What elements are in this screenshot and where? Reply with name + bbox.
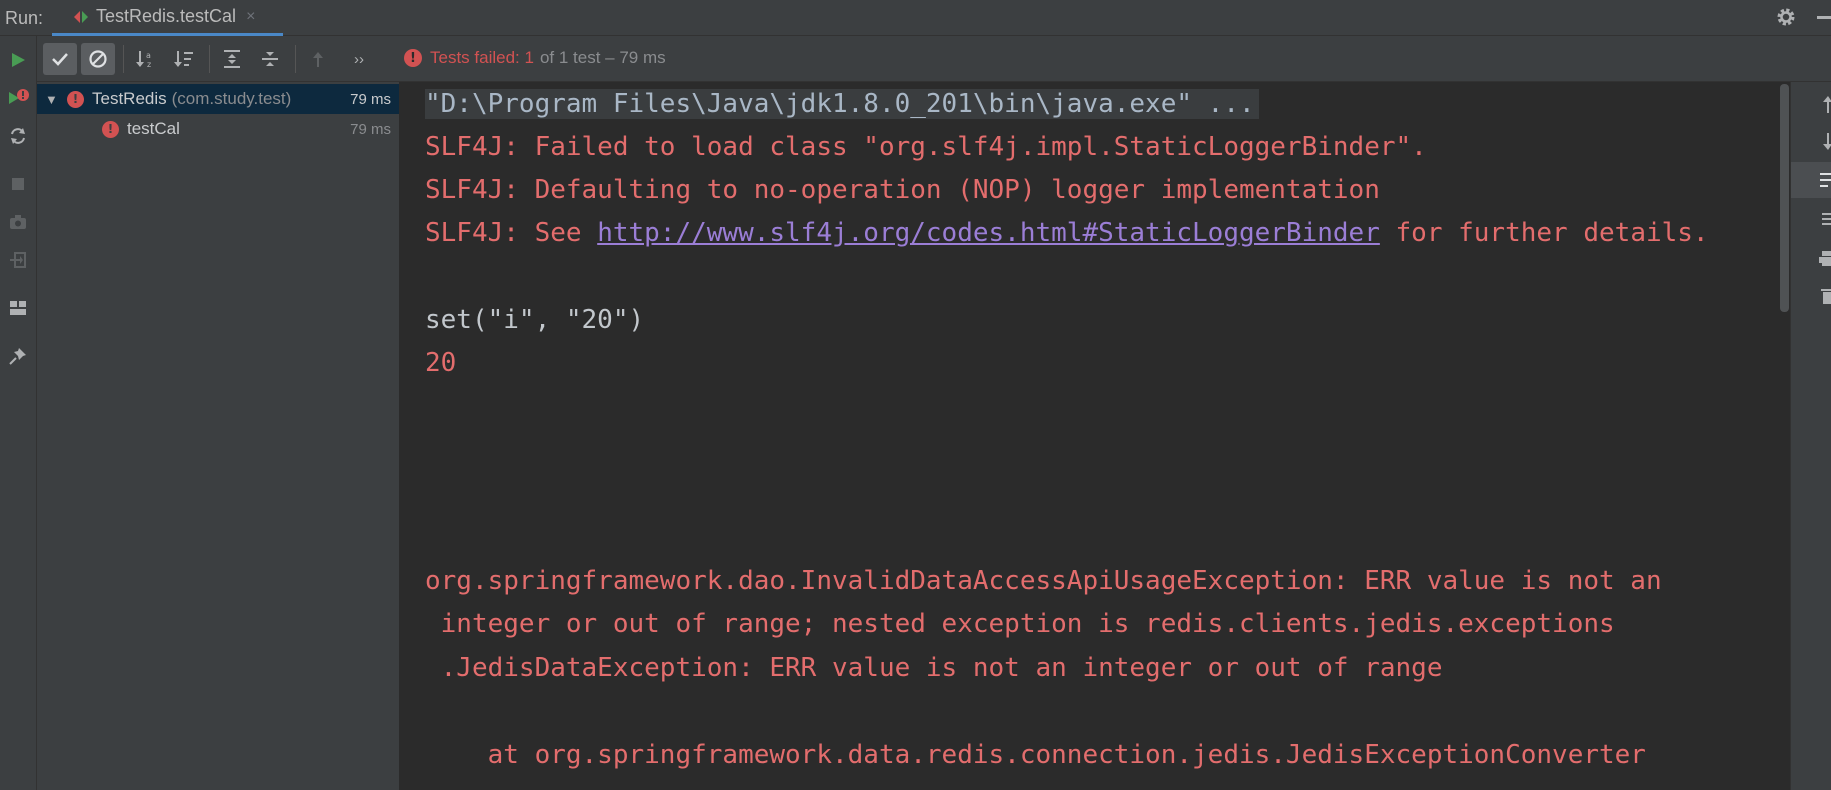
collapse-all-icon (262, 52, 278, 66)
camera-icon (10, 215, 26, 229)
status-failed-text: Tests failed: 1 (430, 48, 534, 67)
toolbar-separator (295, 45, 296, 73)
console-text: for further details. (1379, 218, 1709, 248)
dump-threads-button[interactable] (4, 208, 32, 236)
error-icon: ! (404, 49, 422, 67)
stop-button[interactable] (4, 170, 32, 198)
soft-wrap-icon (1820, 173, 1831, 187)
console-text: SLF4J: See (425, 218, 598, 248)
console-line: SLF4J: Defaulting to no-operation (NOP) … (425, 175, 1380, 205)
test-status: ! Tests failed: 1 of 1 test – 79 ms (404, 48, 666, 68)
stop-icon (12, 178, 24, 190)
layout-icon (10, 301, 26, 315)
tree-item-time: 79 ms (350, 120, 391, 138)
run-tab-title: TestRedis.testCal (96, 6, 237, 26)
run-tool-window-header: Run: TestRedis.testCal × (0, 0, 1831, 36)
sort-by-duration-button[interactable] (167, 43, 201, 75)
print-icon (1819, 251, 1831, 266)
tree-item-name: testCal (127, 119, 180, 138)
run-label: Run: (5, 8, 44, 28)
console-line: "D:\Program Files\Java\jdk1.8.0_201\bin\… (425, 87, 1259, 121)
previous-failed-button[interactable] (301, 43, 335, 75)
left-toolbar (0, 36, 37, 790)
tree-row-testredis[interactable]: ▼ ! TestRedis (com.study.test) 79 ms (37, 84, 399, 114)
close-tab-icon[interactable]: × (246, 8, 255, 26)
scrollbar-thumb[interactable] (1780, 84, 1789, 312)
config-icon (74, 10, 88, 23)
scroll-to-end-button[interactable] (1791, 202, 1831, 238)
console-toolbar (1790, 82, 1831, 790)
print-button[interactable] (1791, 240, 1831, 276)
exit-button[interactable] (4, 246, 32, 274)
toggle-auto-test-icon (11, 128, 25, 144)
console-line: SLF4J: See http://www.slf4j.org/codes.ht… (425, 216, 1709, 250)
sort-duration-icon (174, 51, 193, 67)
toggle-auto-test-button[interactable] (4, 122, 32, 150)
run-icon (12, 53, 25, 67)
exit-icon (10, 252, 26, 268)
console-line: 20 (425, 348, 457, 378)
header-tools (1775, 6, 1831, 28)
tree-item-time: 79 ms (350, 90, 391, 108)
slf4j-link[interactable]: http://www.slf4j.org/codes.html#StaticLo… (597, 218, 1380, 248)
tree-item-package: (com.study.test) (171, 89, 292, 108)
test-failed-icon: ! (102, 120, 119, 138)
scroll-to-end-icon (1822, 213, 1831, 225)
run-tab-testredis-testcal[interactable]: TestRedis.testCal × (52, 0, 283, 36)
rerun-failed-button[interactable] (4, 84, 32, 112)
test-tree: ▼ ! TestRedis (com.study.test) 79 ms ! t… (37, 82, 400, 790)
gear-icon[interactable] (1775, 6, 1797, 28)
up-stack-button[interactable] (1791, 86, 1831, 122)
status-summary-text: of 1 test – 79 ms (539, 48, 666, 67)
previous-failed-icon (313, 52, 323, 67)
hide-icon[interactable] (1817, 15, 1831, 19)
console-line: org.springframework.dao.InvalidDataAcces… (425, 566, 1662, 596)
soft-wrap-button[interactable] (1791, 162, 1831, 198)
expand-all-icon (224, 50, 240, 68)
console-output[interactable]: "D:\Program Files\Java\jdk1.8.0_201\bin\… (400, 82, 1790, 790)
down-stack-button[interactable] (1791, 124, 1831, 160)
tree-row-testcal[interactable]: ! testCal 79 ms (37, 114, 399, 144)
console-scrollbar[interactable] (1778, 82, 1790, 790)
toolbar-separator (209, 45, 210, 73)
show-passed-button[interactable] (43, 43, 77, 75)
collapse-all-button[interactable] (253, 43, 287, 75)
rerun-failed-icon (9, 89, 29, 104)
svg-text:a: a (146, 51, 151, 60)
svg-text:z: z (147, 60, 151, 69)
console-line: integer or out of range; nested exceptio… (425, 609, 1615, 639)
console-line: at org.springframework.data.redis.connec… (425, 740, 1646, 770)
sort-alphabetically-button[interactable]: a z (129, 43, 163, 75)
console-line: set("i", "20") (425, 305, 645, 335)
clear-all-button[interactable] (1791, 278, 1831, 314)
up-arrow-icon (1823, 96, 1831, 113)
show-passed-icon (52, 53, 68, 66)
expand-arrow-icon[interactable]: ▼ (45, 92, 59, 107)
restore-layout-button[interactable] (4, 294, 32, 322)
command-line: "D:\Program Files\Java\jdk1.8.0_201\bin\… (425, 89, 1259, 119)
test-toolbar: a z ›› ! Tests failed: 1 of 1 test – 79 … (37, 36, 1831, 82)
pin-icon (9, 348, 26, 365)
down-arrow-icon (1823, 133, 1831, 150)
more-icon[interactable]: ›› (347, 43, 371, 75)
test-failed-icon: ! (67, 90, 84, 108)
pin-tab-button[interactable] (4, 342, 32, 370)
show-ignored-icon (89, 50, 107, 68)
rerun-button[interactable] (4, 46, 32, 74)
trash-icon (1821, 289, 1831, 304)
toolbar-separator (123, 45, 124, 73)
expand-all-button[interactable] (215, 43, 249, 75)
tree-item-name: TestRedis (92, 89, 167, 108)
console-line: SLF4J: Failed to load class "org.slf4j.i… (425, 132, 1427, 162)
sort-alpha-icon: a z (136, 51, 151, 69)
console-line: .JedisDataException: ERR value is not an… (425, 653, 1443, 683)
show-ignored-button[interactable] (81, 43, 115, 75)
